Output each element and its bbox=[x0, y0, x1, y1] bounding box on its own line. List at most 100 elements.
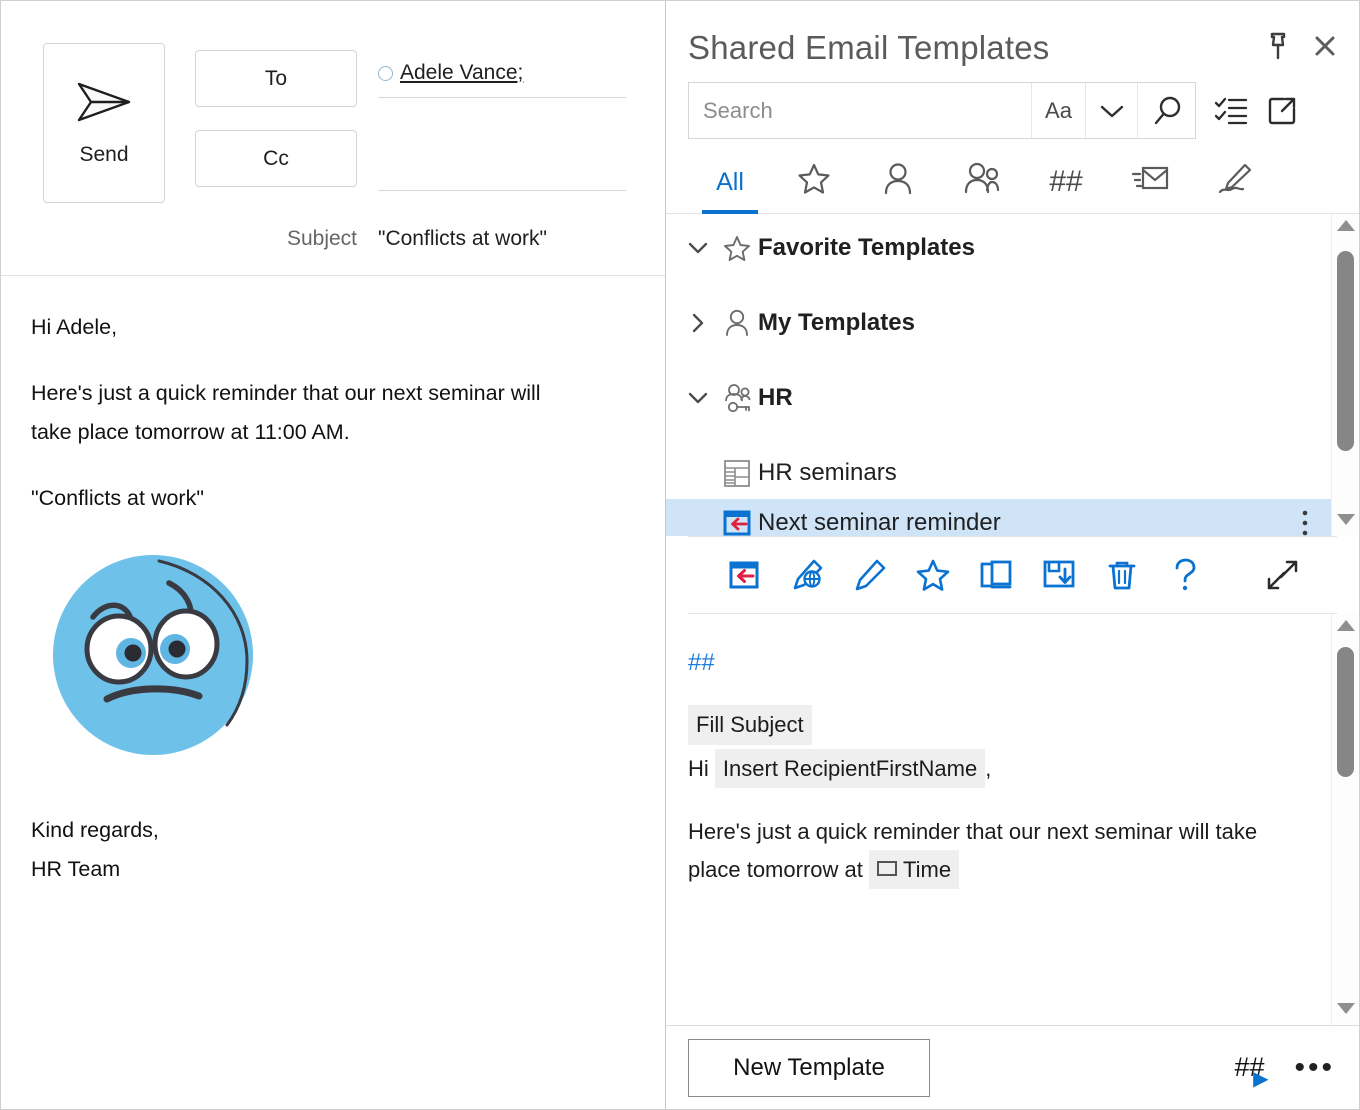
tree-item-label: HR bbox=[758, 384, 793, 411]
greeting-prefix: Hi bbox=[688, 755, 709, 781]
edit-html-icon[interactable] bbox=[775, 547, 838, 603]
preview-subject-line: Fill Subject bbox=[688, 704, 1305, 745]
duplicate-icon[interactable] bbox=[964, 547, 1027, 603]
preview-greeting-line: Hi Insert RecipientFirstName, bbox=[688, 748, 1305, 789]
expand-diagonal-icon[interactable] bbox=[1250, 547, 1313, 603]
insert-template-icon[interactable] bbox=[712, 547, 775, 603]
tab-all[interactable]: All bbox=[688, 151, 772, 214]
delete-trash-icon[interactable] bbox=[1090, 547, 1153, 603]
panel-footer: New Template ## ▶ ••• bbox=[666, 1025, 1359, 1109]
help-question-icon[interactable] bbox=[1153, 547, 1216, 603]
match-case-toggle[interactable]: Aa bbox=[1031, 83, 1085, 138]
tree-scrollbar[interactable] bbox=[1331, 214, 1359, 536]
scroll-track[interactable] bbox=[1332, 237, 1359, 513]
time-chip-label: Time bbox=[902, 856, 952, 882]
subject-label: Subject bbox=[286, 227, 357, 250]
save-to-icon[interactable] bbox=[1027, 547, 1090, 603]
checklist-icon[interactable] bbox=[1214, 95, 1248, 127]
tab-quick-replies[interactable] bbox=[1108, 151, 1192, 213]
scroll-down-icon[interactable] bbox=[1336, 513, 1356, 532]
tree-item-label: Next seminar reminder bbox=[758, 509, 1001, 536]
app-window: Send To Cc Adele Vance; Subject "Conflic… bbox=[0, 0, 1360, 1110]
to-field[interactable]: Adele Vance; bbox=[378, 61, 626, 98]
cc-field[interactable] bbox=[378, 151, 626, 191]
email-compose-pane: Send To Cc Adele Vance; Subject "Conflic… bbox=[1, 1, 666, 1109]
shared-email-templates-panel: Shared Email Templates Aa bbox=[666, 1, 1359, 1109]
panel-window-controls bbox=[1265, 23, 1337, 61]
worried-face-emoji bbox=[51, 549, 635, 773]
hashtag-icon: ## bbox=[1049, 165, 1083, 198]
to-button[interactable]: To bbox=[195, 50, 357, 107]
cc-button[interactable]: Cc bbox=[195, 130, 357, 187]
search-input[interactable] bbox=[689, 83, 1031, 138]
signature-line: HR Team bbox=[31, 856, 121, 881]
run-hashtag-icon[interactable]: ## ▶ bbox=[1234, 1054, 1268, 1090]
tab-my-templates[interactable] bbox=[856, 151, 940, 213]
recipient-chip[interactable]: Adele Vance; bbox=[400, 61, 523, 85]
row-more-options-icon[interactable] bbox=[1301, 499, 1309, 536]
magnifier-icon[interactable] bbox=[1137, 83, 1195, 138]
tab-team-templates[interactable] bbox=[940, 151, 1024, 213]
template-preview-wrap: ## Fill Subject Hi Insert RecipientFirst… bbox=[666, 614, 1359, 1025]
new-template-button[interactable]: New Template bbox=[688, 1038, 930, 1097]
send-button-label: Send bbox=[79, 142, 129, 166]
tree-item-hr-seminars[interactable]: HR seminars bbox=[666, 449, 1331, 497]
signoff-line: Kind regards, bbox=[31, 818, 159, 843]
search-row: Aa bbox=[666, 64, 1359, 139]
open-external-icon[interactable] bbox=[1266, 95, 1298, 127]
star-icon bbox=[797, 162, 831, 202]
tree-item-label: HR seminars bbox=[758, 459, 897, 486]
star-icon bbox=[716, 235, 758, 262]
preview-body-text: Here's just a quick reminder that our ne… bbox=[688, 819, 1258, 882]
chevron-down-icon[interactable] bbox=[1085, 83, 1137, 138]
scroll-thumb[interactable] bbox=[1337, 251, 1354, 451]
body-quote: "Conflicts at work" bbox=[31, 485, 204, 510]
preview-body-line: Here's just a quick reminder that our ne… bbox=[688, 814, 1305, 890]
tree-item-label: Favorite Templates bbox=[758, 234, 975, 261]
scroll-up-icon[interactable] bbox=[1336, 218, 1356, 237]
recipient-firstname-chip[interactable]: Insert RecipientFirstName bbox=[714, 748, 986, 789]
templates-tree: Favorite Templates My Templates HR HR se… bbox=[666, 214, 1331, 536]
scroll-track[interactable] bbox=[1332, 637, 1359, 1002]
chevron-down-icon[interactable] bbox=[680, 241, 716, 255]
tree-item-favorite-templates[interactable]: Favorite Templates bbox=[666, 224, 1331, 272]
tab-all-label: All bbox=[716, 167, 744, 196]
email-body[interactable]: Hi Adele, Here's just a quick reminder t… bbox=[1, 276, 665, 1109]
tree-item-my-templates[interactable]: My Templates bbox=[666, 299, 1331, 347]
scroll-thumb[interactable] bbox=[1337, 647, 1354, 777]
template-action-toolbar bbox=[688, 536, 1337, 614]
tree-item-hr[interactable]: HR bbox=[666, 374, 1331, 422]
email-signature: Kind regards, HR Team bbox=[31, 811, 635, 888]
person-icon bbox=[883, 162, 913, 202]
chevron-right-icon[interactable] bbox=[680, 312, 716, 334]
body-greeting: Hi Adele, bbox=[31, 315, 118, 339]
tab-hashtags[interactable]: ## bbox=[1024, 151, 1108, 213]
person-icon bbox=[716, 309, 758, 337]
time-chip[interactable]: Time bbox=[868, 849, 960, 890]
tree-item-label: My Templates bbox=[758, 309, 915, 336]
insert-template-icon bbox=[716, 508, 758, 536]
compose-header: Send To Cc Adele Vance; Subject "Conflic… bbox=[1, 1, 665, 276]
paper-plane-icon bbox=[73, 80, 135, 129]
subject-input[interactable]: "Conflicts at work" bbox=[378, 227, 547, 251]
template-preview[interactable]: ## Fill Subject Hi Insert RecipientFirst… bbox=[666, 614, 1331, 1025]
template-filter-tabs: All ## bbox=[666, 151, 1359, 214]
search-box[interactable]: Aa bbox=[688, 82, 1196, 139]
tab-favorites[interactable] bbox=[772, 151, 856, 213]
tree-item-next-seminar-reminder[interactable]: Next seminar reminder bbox=[666, 499, 1331, 536]
pin-icon[interactable] bbox=[1265, 31, 1291, 61]
tab-signatures[interactable] bbox=[1192, 151, 1276, 213]
close-icon[interactable] bbox=[1313, 34, 1337, 58]
team-key-icon bbox=[716, 383, 758, 413]
presence-icon bbox=[378, 65, 393, 81]
chevron-down-icon[interactable] bbox=[680, 391, 716, 405]
ellipsis-icon[interactable]: ••• bbox=[1294, 1052, 1335, 1082]
fill-subject-chip[interactable]: Fill Subject bbox=[688, 704, 812, 745]
send-button[interactable]: Send bbox=[43, 43, 165, 203]
scroll-up-icon[interactable] bbox=[1336, 618, 1356, 637]
preview-scrollbar[interactable] bbox=[1331, 614, 1359, 1025]
scroll-down-icon[interactable] bbox=[1336, 1002, 1356, 1021]
favorite-star-icon[interactable] bbox=[901, 547, 964, 603]
edit-pencil-icon[interactable] bbox=[838, 547, 901, 603]
folder-table-icon bbox=[716, 457, 758, 489]
